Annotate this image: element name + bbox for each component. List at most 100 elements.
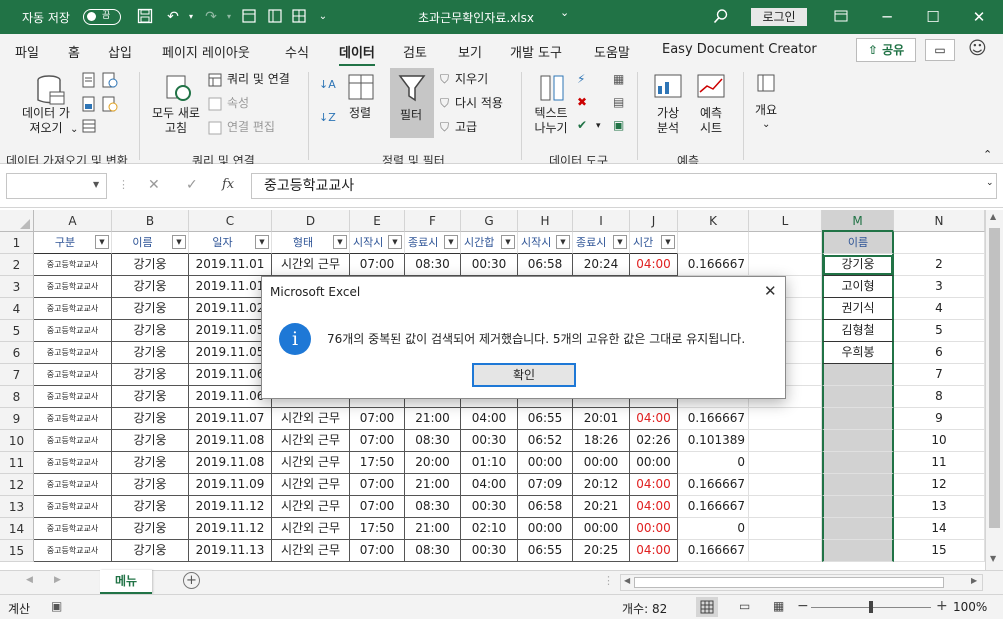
cell-e9[interactable]: 07:00: [350, 408, 405, 430]
cell-e15[interactable]: 07:00: [350, 540, 405, 562]
tab-split-dots-icon[interactable]: ⋮: [603, 574, 614, 587]
row-header[interactable]: 8: [0, 386, 34, 408]
cell-i11[interactable]: 00:00: [573, 452, 630, 474]
row-header[interactable]: 6: [0, 342, 34, 364]
cell-l2[interactable]: [749, 254, 822, 276]
queries-connections-button[interactable]: 쿼리 및 연결: [227, 72, 290, 87]
row-header[interactable]: 3: [0, 276, 34, 298]
cell-h10[interactable]: 06:52: [518, 430, 573, 452]
cell-g15[interactable]: 00:30: [461, 540, 518, 562]
filter-header-cell[interactable]: 종료시 ▼: [405, 232, 461, 254]
save-icon[interactable]: [136, 8, 154, 26]
cell-b10[interactable]: 강기웅: [112, 430, 189, 452]
zoom-slider-thumb[interactable]: [869, 601, 873, 613]
cell-d2[interactable]: 시간외 근무: [272, 254, 350, 276]
tab-easy-document-creator[interactable]: Easy Document Creator: [662, 42, 817, 57]
cell-j12[interactable]: 04:00: [630, 474, 678, 496]
column-header-e[interactable]: E: [350, 210, 405, 232]
zoom-in-button[interactable]: +: [936, 598, 948, 614]
dialog-close-icon[interactable]: ✕: [764, 282, 777, 300]
tab-insert[interactable]: 삽입: [108, 42, 132, 61]
cell-f15[interactable]: 08:30: [405, 540, 461, 562]
cell-h15[interactable]: 06:55: [518, 540, 573, 562]
autosave-toggle[interactable]: 끔: [83, 9, 121, 25]
cell-b7[interactable]: 강기웅: [112, 364, 189, 386]
cell-a3[interactable]: 중고등학교교사: [34, 276, 112, 298]
cell-b6[interactable]: 강기웅: [112, 342, 189, 364]
search-icon[interactable]: [712, 8, 730, 26]
table-icon[interactable]: [290, 8, 308, 26]
cell-k9[interactable]: 0.166667: [678, 408, 749, 430]
cell-i15[interactable]: 20:25: [573, 540, 630, 562]
redo-icon[interactable]: ↷: [202, 8, 220, 26]
cell-g9[interactable]: 04:00: [461, 408, 518, 430]
name-box-dropdown-icon[interactable]: ▼: [93, 180, 99, 189]
cell-e13[interactable]: 07:00: [350, 496, 405, 518]
cell-a5[interactable]: 중고등학교교사: [34, 320, 112, 342]
cell-k14[interactable]: 0: [678, 518, 749, 540]
recent-sources-icon[interactable]: [102, 96, 118, 112]
sort-desc-icon[interactable]: ↓Z: [319, 111, 336, 124]
cell-b15[interactable]: 강기웅: [112, 540, 189, 562]
cell-k10[interactable]: 0.101389: [678, 430, 749, 452]
cell-b5[interactable]: 강기웅: [112, 320, 189, 342]
cell-f11[interactable]: 20:00: [405, 452, 461, 474]
cell-a9[interactable]: 중고등학교교사: [34, 408, 112, 430]
macro-record-icon[interactable]: ▣: [51, 599, 62, 613]
forecast-sheet-button[interactable]: 예측 시트: [693, 106, 729, 136]
cell-j15[interactable]: 04:00: [630, 540, 678, 562]
cell-j14[interactable]: 00:00: [630, 518, 678, 540]
cell-i14[interactable]: 00:00: [573, 518, 630, 540]
column-header-h[interactable]: H: [518, 210, 573, 232]
cell-c5[interactable]: 2019.11.05: [189, 320, 272, 342]
data-validation-chevron-icon[interactable]: ▾: [596, 121, 601, 131]
cell-m10[interactable]: [822, 430, 894, 452]
collapse-ribbon-icon[interactable]: ⌃: [983, 148, 992, 161]
filter-dropdown-icon[interactable]: ▼: [613, 235, 627, 249]
what-if-button[interactable]: 가상 분석: [650, 106, 686, 136]
from-table-icon[interactable]: [82, 96, 96, 112]
refresh-all-button[interactable]: 모두 새로 고침: [146, 106, 206, 136]
cell-a10[interactable]: 중고등학교교사: [34, 430, 112, 452]
sheet-tab-menu[interactable]: 메뉴: [100, 570, 152, 594]
cell-b12[interactable]: 강기웅: [112, 474, 189, 496]
cell-k13[interactable]: 0.166667: [678, 496, 749, 518]
row-header[interactable]: 2: [0, 254, 34, 276]
cell-n2[interactable]: 2: [894, 254, 985, 276]
properties-button[interactable]: 속성: [227, 96, 249, 111]
column-header-d[interactable]: D: [272, 210, 350, 232]
tab-formulas[interactable]: 수식: [285, 42, 309, 61]
filter-dropdown-icon[interactable]: ▼: [661, 235, 675, 249]
cell-e2[interactable]: 07:00: [350, 254, 405, 276]
cell-m12[interactable]: [822, 474, 894, 496]
from-text-icon[interactable]: [82, 72, 96, 88]
column-header-k[interactable]: K: [678, 210, 749, 232]
cell-i13[interactable]: 20:21: [573, 496, 630, 518]
tab-help[interactable]: 도움말: [594, 42, 630, 61]
edit-links-button[interactable]: 연결 편집: [227, 120, 275, 135]
outline-button[interactable]: 개요: [755, 103, 777, 118]
cell-l13[interactable]: [749, 496, 822, 518]
smiley-feedback-icon[interactable]: ☺: [968, 38, 987, 59]
data-validation-icon[interactable]: ✔: [577, 118, 587, 132]
cell-b13[interactable]: 강기웅: [112, 496, 189, 518]
filter-header-cell[interactable]: 시간합 ▼: [461, 232, 518, 254]
name-box[interactable]: ▼: [6, 173, 107, 199]
cell-c10[interactable]: 2019.11.08: [189, 430, 272, 452]
cell-h11[interactable]: 00:00: [518, 452, 573, 474]
filter-header-cell[interactable]: 시작시 ▼: [518, 232, 573, 254]
column-header-g[interactable]: G: [461, 210, 518, 232]
cell-i9[interactable]: 20:01: [573, 408, 630, 430]
cell-n12[interactable]: 12: [894, 474, 985, 496]
reapply-button[interactable]: 다시 적용: [455, 96, 503, 111]
cell-a15[interactable]: 중고등학교교사: [34, 540, 112, 562]
select-all-corner[interactable]: [0, 210, 34, 232]
cell-f12[interactable]: 21:00: [405, 474, 461, 496]
close-window-icon[interactable]: ✕: [956, 0, 1002, 34]
cell-d9[interactable]: 시간외 근무: [272, 408, 350, 430]
cell-c6[interactable]: 2019.11.05: [189, 342, 272, 364]
filter-header-cell[interactable]: [749, 232, 822, 254]
filename-chevron-icon[interactable]: ⌄: [560, 6, 569, 19]
cell-g14[interactable]: 02:10: [461, 518, 518, 540]
filter-dropdown-icon[interactable]: ▼: [333, 235, 347, 249]
